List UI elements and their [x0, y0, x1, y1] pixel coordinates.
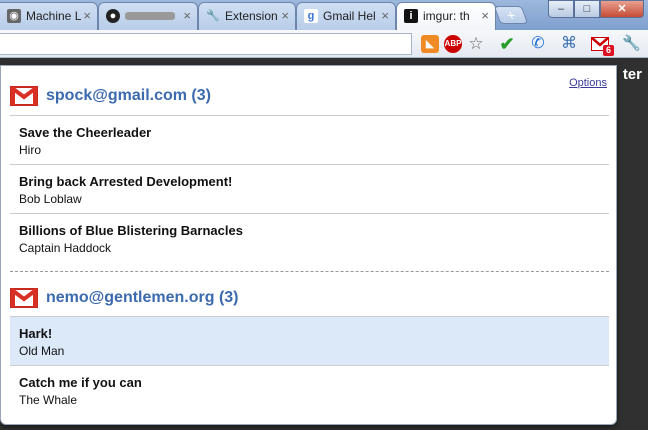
message-sender: Captain Haddock: [19, 241, 112, 255]
message-subject: Catch me if you can: [19, 375, 142, 390]
tab-machine-learning[interactable]: ◉ Machine L ×: [0, 2, 98, 30]
tab-imgur[interactable]: i imgur: th ×: [396, 2, 496, 30]
account-divider: [10, 271, 609, 272]
adblock-icon[interactable]: ABP: [444, 35, 462, 53]
message-subject: Save the Cheerleader: [19, 125, 152, 140]
checkmark-icon[interactable]: ✔: [498, 35, 516, 53]
account-name-nemo[interactable]: nemo@gentlemen.org (3): [46, 289, 239, 307]
new-tab-button[interactable]: +: [493, 6, 529, 24]
page-heading-fragment: ter: [622, 66, 642, 83]
message-subject: Hark!: [19, 326, 53, 341]
message-sender: The Whale: [19, 393, 78, 407]
message-item-highlighted[interactable]: Hark! Old Man: [10, 317, 609, 366]
unread-count-badge: 6: [603, 45, 615, 56]
tab-extensions[interactable]: 🔧 Extension ×: [198, 2, 296, 30]
toolbar: ◣ ABP ☆ ✔ ✆ ⌘ 6 🔧: [0, 30, 648, 58]
gmail-logo-icon: [10, 288, 38, 308]
message-item[interactable]: Save the Cheerleader Hiro: [10, 116, 609, 165]
machine-icon: ◉: [7, 9, 21, 23]
tab-title: Gmail Hel: [323, 9, 376, 23]
message-subject: Billions of Blue Blistering Barnacles: [19, 223, 243, 238]
message-sender: Bob Loblaw: [19, 192, 82, 206]
close-window-button[interactable]: ✕: [600, 0, 644, 18]
rss-icon[interactable]: ◣: [421, 35, 439, 53]
bookmark-star-icon[interactable]: ☆: [467, 35, 485, 53]
github-icon: ●: [106, 9, 120, 23]
maximize-button[interactable]: □: [574, 0, 600, 18]
options-link[interactable]: Options: [569, 77, 607, 89]
gmail-logo-icon: [10, 86, 38, 106]
close-icon[interactable]: ×: [381, 3, 389, 29]
close-icon[interactable]: ×: [481, 3, 489, 29]
message-item[interactable]: Bring back Arrested Development! Bob Lob…: [10, 165, 609, 214]
close-icon[interactable]: ×: [83, 3, 91, 29]
tab-strip: ◉ Machine L × ● × 🔧 Extension × g Gmail …: [0, 0, 648, 30]
close-icon[interactable]: ×: [183, 3, 191, 29]
address-bar[interactable]: [0, 33, 412, 55]
message-sender: Old Man: [19, 344, 65, 358]
message-subject: Bring back Arrested Development!: [19, 174, 233, 189]
wrench-menu-icon[interactable]: 🔧: [622, 35, 641, 53]
tab-title-blurred: [125, 12, 175, 20]
google-icon: g: [304, 9, 318, 23]
tab-gmail-help[interactable]: g Gmail Hel ×: [296, 2, 396, 30]
python-icon[interactable]: ⌘: [560, 35, 578, 53]
phone-icon[interactable]: ✆: [529, 35, 547, 53]
message-item[interactable]: Billions of Blue Blistering Barnacles Ca…: [10, 214, 609, 263]
window-controls: – □ ✕: [548, 0, 644, 18]
message-list: Save the Cheerleader Hiro Bring back Arr…: [10, 115, 609, 263]
plus-icon: +: [503, 7, 519, 23]
tab-title: imgur: th: [423, 9, 470, 23]
gmail-popup: Options spock@gmail.com (3) Save the Che…: [0, 65, 617, 425]
wrench-icon: 🔧: [206, 10, 220, 22]
tab-github[interactable]: ● ×: [98, 2, 198, 30]
imgur-icon: i: [404, 9, 418, 23]
minimize-button[interactable]: –: [548, 0, 574, 18]
account-name-spock[interactable]: spock@gmail.com (3): [46, 87, 211, 105]
message-list: Hark! Old Man Catch me if you can The Wh…: [10, 316, 609, 415]
message-item[interactable]: Catch me if you can The Whale: [10, 366, 609, 415]
close-icon[interactable]: ×: [281, 3, 289, 29]
tab-title: Extension: [225, 9, 278, 23]
message-sender: Hiro: [19, 143, 42, 157]
tab-title: Machine L: [26, 9, 82, 23]
